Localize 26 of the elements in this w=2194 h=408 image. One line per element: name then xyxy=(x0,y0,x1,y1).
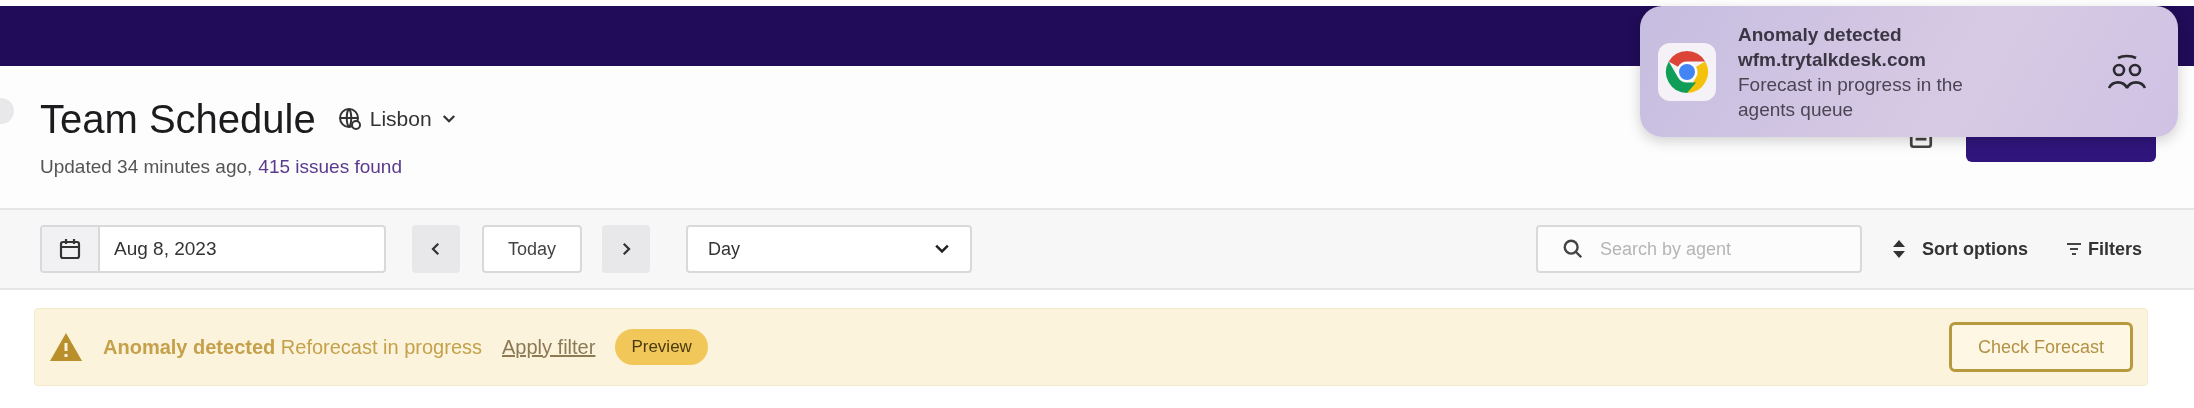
view-select[interactable]: Day xyxy=(686,225,972,273)
date-field[interactable]: Aug 8, 2023 xyxy=(40,225,386,273)
calendar-icon xyxy=(58,237,82,261)
apply-filter-link[interactable]: Apply filter xyxy=(502,335,596,358)
warning-icon xyxy=(49,332,83,362)
today-button[interactable]: Today xyxy=(482,225,582,273)
issues-link[interactable]: 415 issues found xyxy=(258,155,402,178)
updated-text: Updated 34 minutes ago, xyxy=(40,155,253,178)
browser-logo-icon xyxy=(1658,42,1716,101)
notification-message: Forecast in progress in the agents queue xyxy=(1738,72,1964,122)
sort-icon xyxy=(1891,239,1906,259)
notification-title: Anomaly detected xyxy=(1738,22,1903,47)
location-dropdown[interactable]: Lisbon xyxy=(337,107,458,131)
filters-button[interactable]: Filters xyxy=(2065,238,2142,260)
search-icon xyxy=(1561,238,1584,260)
next-button[interactable] xyxy=(602,225,650,273)
page-title: Team Schedule xyxy=(40,96,316,142)
banner-message: Anomaly detected Reforecast in progress xyxy=(103,335,483,359)
notification-source: wfm.trytalkdesk.com xyxy=(1738,47,1927,72)
preview-badge: Preview xyxy=(615,329,708,365)
globe-icon xyxy=(337,107,362,131)
notification[interactable]: Anomaly detected wfm.trytalkdesk.com Forecast in progress in the agents queue xyxy=(1640,6,2178,137)
filter-icon xyxy=(2065,242,2082,256)
sort-options-button[interactable]: Sort options xyxy=(1891,238,2028,260)
previous-button[interactable] xyxy=(412,225,460,273)
search-field[interactable]: Search by agent xyxy=(1535,225,1862,273)
